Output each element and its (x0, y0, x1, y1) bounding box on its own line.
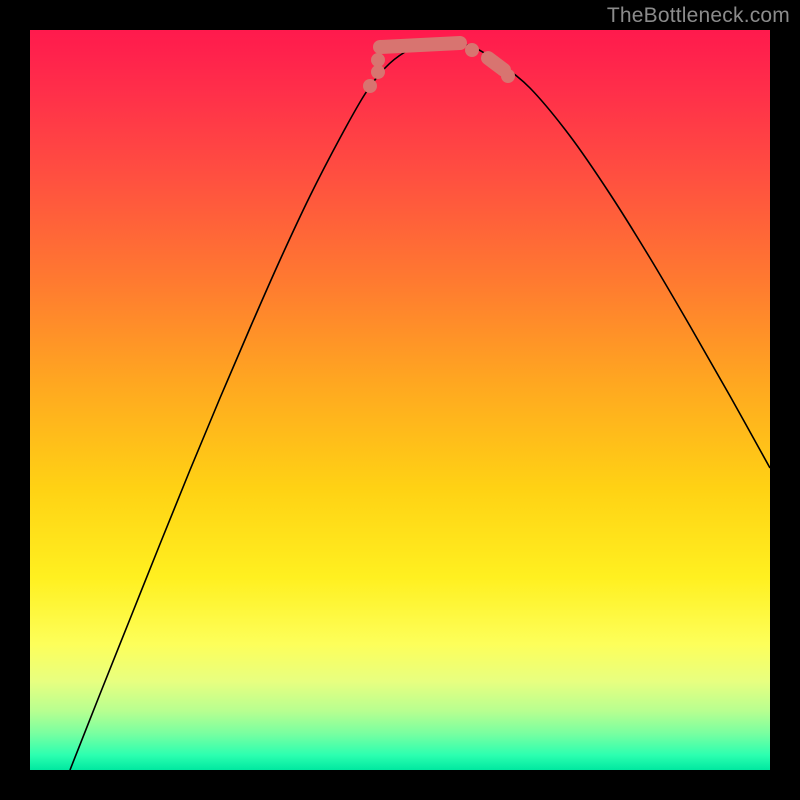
chart-plot-area (30, 30, 770, 770)
marker-dot (371, 65, 385, 79)
curve-path (70, 42, 770, 770)
watermark-text: TheBottleneck.com (607, 4, 790, 28)
marker-dot (363, 79, 377, 93)
marker-pill (380, 43, 460, 47)
marker-dot (465, 43, 479, 57)
marker-pill (488, 58, 504, 70)
bottleneck-curve (30, 30, 770, 770)
chart-frame: TheBottleneck.com (0, 0, 800, 800)
marker-dot (501, 69, 515, 83)
marker-dot (371, 53, 385, 67)
